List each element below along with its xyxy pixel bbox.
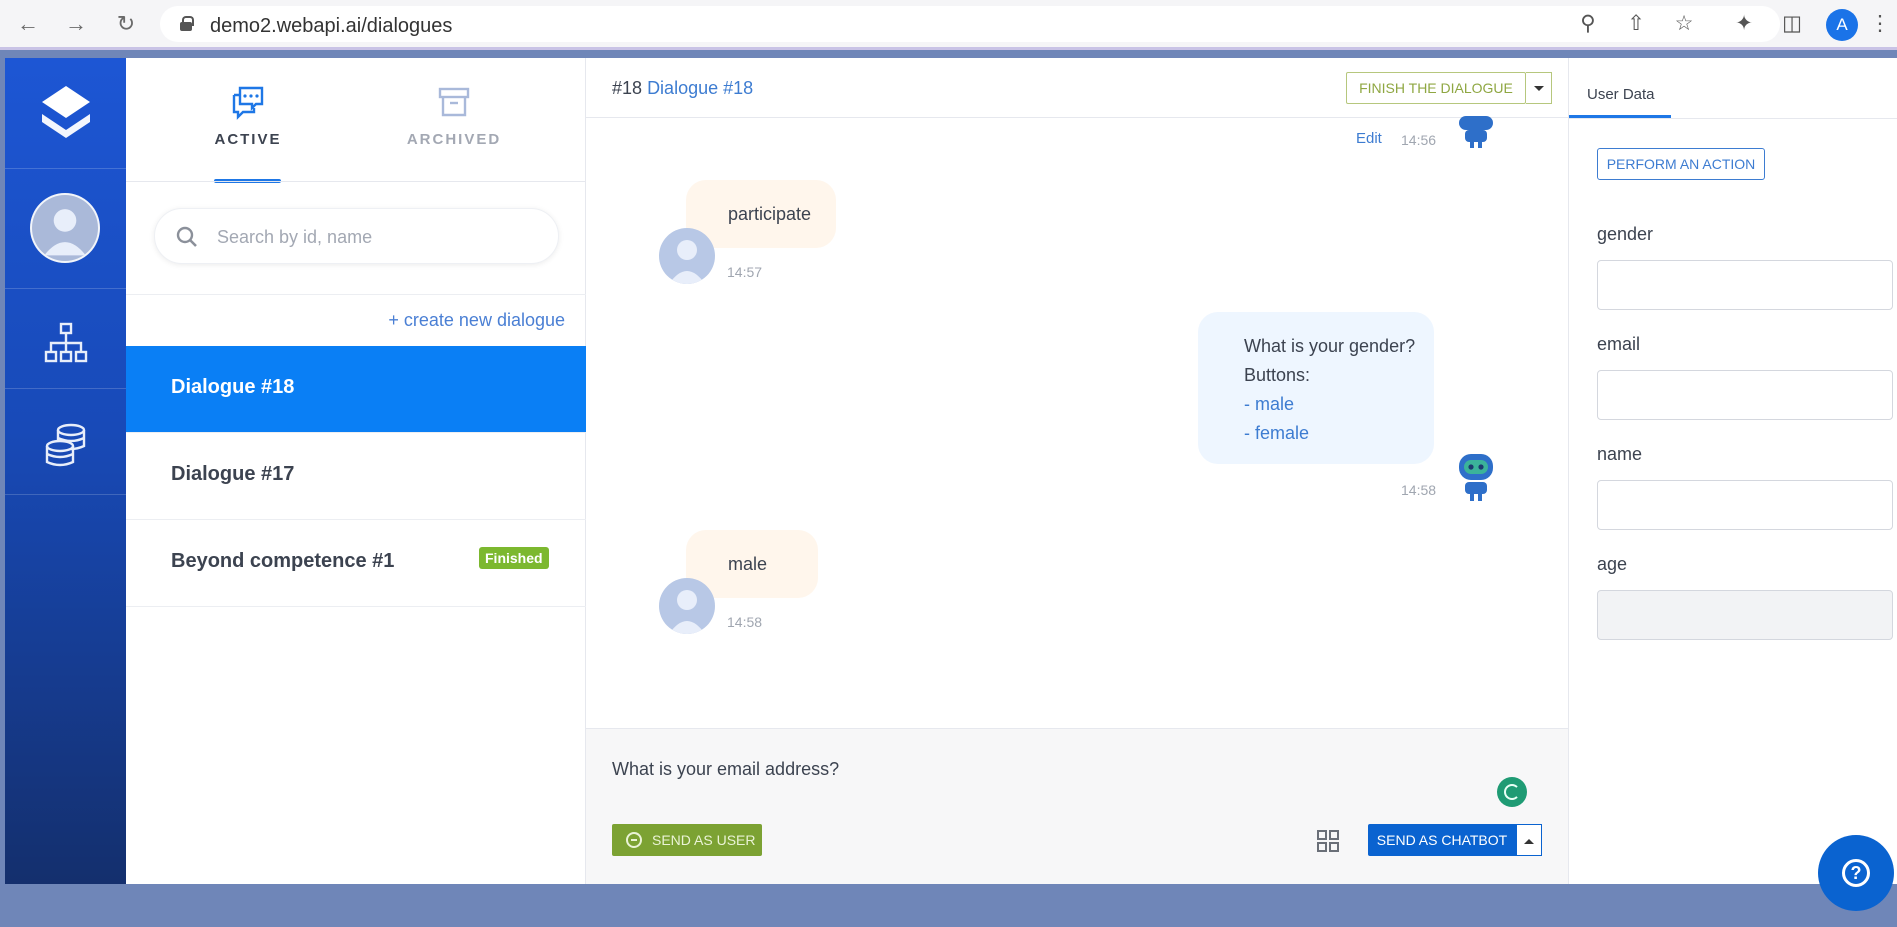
question-icon: ?	[1842, 859, 1870, 887]
dialogue-item-17[interactable]: Dialogue #17	[126, 433, 586, 520]
dialogue-list-panel: ACTIVE ARCHIVED + create new dialogue	[126, 58, 586, 884]
sidepanel-icon[interactable]: ◫	[1778, 10, 1806, 38]
age-field[interactable]	[1597, 590, 1893, 640]
grid-icon[interactable]	[1316, 829, 1340, 853]
database-icon[interactable]	[43, 422, 89, 468]
perform-action-button[interactable]: PERFORM AN ACTION	[1597, 148, 1765, 180]
bot-avatar-icon	[1459, 454, 1493, 501]
send-as-chatbot-button[interactable]: SEND AS CHATBOT	[1368, 824, 1516, 856]
message-time: 14:58	[1401, 482, 1437, 498]
tab-archived-label: ARCHIVED	[406, 131, 502, 148]
rail-divider	[5, 288, 126, 289]
tab-user-data[interactable]: User Data	[1587, 86, 1655, 103]
sitemap-icon[interactable]	[43, 320, 89, 366]
chat-panel: #18 Dialogue #18 FINISH THE DIALOGUE Edi…	[586, 58, 1568, 884]
gender-field[interactable]	[1597, 260, 1893, 310]
user-data-panel: User Data PERFORM AN ACTION gender email…	[1568, 58, 1897, 884]
status-badge: Finished	[479, 547, 549, 569]
send-as-user-label: SEND AS USER	[652, 832, 756, 848]
app-logo-icon[interactable]	[38, 82, 94, 142]
address-bar[interactable]: demo2.webapi.ai/dialogues	[160, 6, 1780, 42]
share-icon[interactable]: ⇧	[1622, 10, 1650, 38]
chat-title-number: #18	[612, 78, 643, 98]
name-label: name	[1597, 444, 1643, 464]
message-time: 14:56	[1401, 132, 1437, 148]
age-label: age	[1597, 554, 1628, 574]
message-composer: SEND AS USER SEND AS CHATBOT	[586, 728, 1568, 884]
dialogue-name: Dialogue #17	[171, 463, 295, 485]
tab-active-label: ACTIVE	[214, 131, 282, 148]
message-text: Buttons:	[1244, 365, 1311, 385]
forward-arrow-icon[interactable]: →	[62, 10, 90, 38]
menu-icon[interactable]: ⋮	[1866, 10, 1894, 38]
chat-title-name: Dialogue #18	[647, 78, 754, 98]
tab-archived[interactable]: ARCHIVED	[379, 84, 529, 148]
search-icon	[176, 226, 197, 247]
rail-user-avatar[interactable]	[30, 193, 100, 263]
bot-avatar-icon	[1459, 116, 1493, 148]
user-minus-icon	[626, 832, 642, 848]
message-text: participate	[728, 204, 812, 224]
gender-label: gender	[1597, 224, 1654, 244]
message-text: What is your gender?	[1244, 336, 1416, 356]
rail-divider	[5, 494, 126, 495]
chat-header: #18 Dialogue #18 FINISH THE DIALOGUE	[586, 58, 1568, 118]
message-time: 14:57	[727, 264, 763, 280]
user-avatar	[659, 578, 715, 634]
reload-icon[interactable]: ↻	[112, 10, 140, 38]
message-input[interactable]	[612, 759, 1412, 780]
zoom-icon[interactable]: ⚲	[1574, 10, 1602, 38]
message-time: 14:58	[727, 614, 763, 630]
back-arrow-icon[interactable]: ←	[14, 10, 42, 38]
quick-reply-option[interactable]: - female	[1244, 419, 1434, 448]
email-field[interactable]	[1597, 370, 1893, 420]
tabs-divider	[126, 181, 586, 182]
bot-message-bubble: What is your gender? Buttons: - male - f…	[1198, 312, 1434, 464]
star-icon[interactable]: ☆	[1670, 10, 1698, 38]
search-input[interactable]	[217, 219, 537, 255]
dialogue-name: Dialogue #18	[171, 376, 295, 398]
create-dialogue-link[interactable]: + create new dialogue	[388, 310, 565, 331]
panel-divider	[1569, 118, 1897, 119]
tab-active[interactable]: ACTIVE	[173, 84, 323, 148]
dialogue-item-beyond-competence[interactable]: Beyond competence #1 Finished	[126, 520, 586, 607]
loading-spinner-icon	[1497, 777, 1527, 807]
url-text: demo2.webapi.ai/dialogues	[210, 15, 453, 37]
finish-dropdown-icon[interactable]	[1526, 72, 1552, 104]
help-button[interactable]: ?	[1818, 835, 1894, 911]
message-text: male	[728, 554, 768, 574]
finish-dialogue-button[interactable]: FINISH THE DIALOGUE	[1346, 72, 1526, 104]
lock-icon	[180, 16, 194, 31]
edit-message-link[interactable]: Edit	[1356, 130, 1382, 147]
chat-title: #18 Dialogue #18	[612, 78, 753, 99]
send-dropdown-icon[interactable]	[1516, 824, 1542, 856]
browser-toolbar: ← → ↻ demo2.webapi.ai/dialogues ⚲ ⇧ ☆ ✦ …	[0, 0, 1897, 50]
rail-divider	[5, 168, 126, 169]
name-field[interactable]	[1597, 480, 1893, 530]
send-as-user-button[interactable]: SEND AS USER	[612, 824, 762, 856]
search-divider	[126, 294, 586, 295]
app-window: ACTIVE ARCHIVED + create new dialogue	[5, 58, 1897, 884]
rail-divider	[5, 388, 126, 389]
quick-reply-option[interactable]: - male	[1244, 390, 1434, 419]
nav-rail	[5, 58, 126, 884]
extensions-icon[interactable]: ✦	[1730, 10, 1758, 38]
archive-box-icon	[438, 87, 470, 117]
search-box	[154, 208, 559, 264]
dialogue-item-18[interactable]: Dialogue #18	[126, 346, 586, 433]
email-label: email	[1597, 334, 1641, 354]
profile-avatar[interactable]: A	[1826, 9, 1858, 41]
chat-bubbles-icon	[232, 86, 264, 120]
dialogue-name: Beyond competence #1	[171, 550, 395, 572]
user-avatar	[659, 228, 715, 284]
